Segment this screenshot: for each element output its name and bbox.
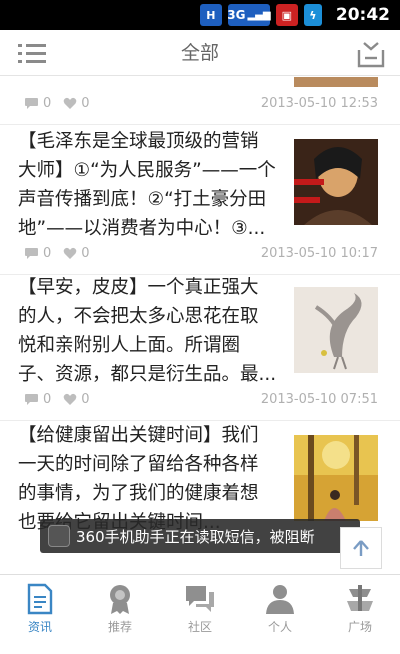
person-icon (266, 585, 294, 614)
tab-label: 推荐 (107, 620, 132, 634)
signal-3g-label: 3G (227, 8, 246, 22)
tab-label: 广场 (347, 620, 372, 634)
tab-profile[interactable]: 个人 (240, 575, 320, 638)
post-line: 【毛泽东是全球最顶级的营销 (18, 131, 259, 152)
tab-square[interactable]: 广场 (320, 575, 400, 638)
post-line: 【给健康留出关键时间】我们 (18, 425, 259, 446)
autumn-thumbnail[interactable] (294, 435, 378, 521)
hspa-label: H (206, 8, 216, 22)
portrait-thumbnail[interactable] (294, 139, 378, 225)
post-line: 一天的时间除了留给各种各样 (18, 454, 259, 475)
post-text: 【早安，皮皮】一个真正强大 的人，不会把太多心思花在取 悦和亲附别人上面。所谓圈… (18, 273, 280, 389)
back-to-top-button[interactable] (340, 527, 382, 569)
post-meta-row: 0 0 2013-05-10 10:17 (0, 235, 400, 275)
toast-text: 360手机助手正在读取短信，被阻断 (76, 527, 315, 546)
news-feed[interactable]: 0 0 2013-05-10 12:53 【毛泽东是全球最顶级的营销 大师】①“… (0, 77, 400, 573)
tab-label: 社区 (187, 620, 212, 634)
post-line: 大师】①“为人民服务”——一个 (18, 160, 276, 181)
comment-count: 0 (43, 392, 52, 407)
bottom-padding (0, 638, 400, 654)
post-line: 声音传播到底！②“打土豪分田 (18, 189, 267, 210)
battery-charging-icon: ϟ (303, 4, 322, 26)
shield-app-icon (48, 525, 70, 547)
toast-notification: 360手机助手正在读取短信，被阻断 (40, 519, 360, 553)
comment-icon (25, 98, 38, 109)
chat-icon (186, 586, 214, 612)
crane-thumbnail[interactable] (294, 287, 378, 373)
tab-community[interactable]: 社区 (160, 575, 240, 638)
post-date: 2013-05-10 10:17 (260, 246, 378, 261)
hspa-icon: H (199, 4, 222, 26)
post-meta-row: 0 0 2013-05-10 07:51 (0, 381, 400, 421)
tab-recommend[interactable]: 推荐 (80, 575, 160, 638)
like-icon (63, 393, 77, 405)
signal-3g-icon: 3G ▂▄▆ (227, 4, 271, 26)
like-count: 0 (81, 246, 90, 261)
bottom-tab-bar: 资讯 推荐 社区 个人 广场 (0, 574, 400, 638)
post-line: 的人，不会把太多心思花在取 (18, 306, 259, 327)
medal-icon (110, 585, 130, 614)
no-sim-icon: ▣ (275, 4, 298, 26)
tab-label: 个人 (267, 620, 292, 634)
like-icon (63, 97, 77, 109)
page-title: 全部 (180, 42, 219, 64)
comment-icon (25, 394, 38, 405)
top-bar: 全部 (0, 30, 400, 76)
arrow-up-icon (353, 540, 369, 556)
like-count: 0 (81, 392, 90, 407)
like-count: 0 (81, 96, 90, 111)
comment-icon (25, 248, 38, 259)
clock: 20:42 (335, 5, 390, 25)
post-line: 【早安，皮皮】一个真正强大 (18, 277, 259, 298)
status-bar: H 3G ▂▄▆ ▣ ϟ 20:42 (0, 0, 400, 30)
post-line: 悦和亲附别人上面。所谓圈 (18, 335, 241, 356)
post-meta-row: 0 0 2013-05-10 12:53 (0, 85, 400, 125)
post-line: 的事情，为了我们的健康着想 (18, 483, 259, 504)
comment-count: 0 (43, 246, 52, 261)
comment-count: 0 (43, 96, 52, 111)
post-date: 2013-05-10 07:51 (260, 392, 378, 407)
post-date: 2013-05-10 12:53 (260, 96, 378, 111)
tab-label: 资讯 (27, 620, 52, 634)
news-icon (27, 583, 53, 615)
square-icon (347, 585, 373, 611)
post-text: 【毛泽东是全球最顶级的营销 大师】①“为人民服务”——一个 声音传播到底！②“打… (18, 127, 280, 243)
compose-icon[interactable] (356, 40, 386, 68)
tab-news[interactable]: 资讯 (0, 575, 80, 638)
like-icon (63, 247, 77, 259)
